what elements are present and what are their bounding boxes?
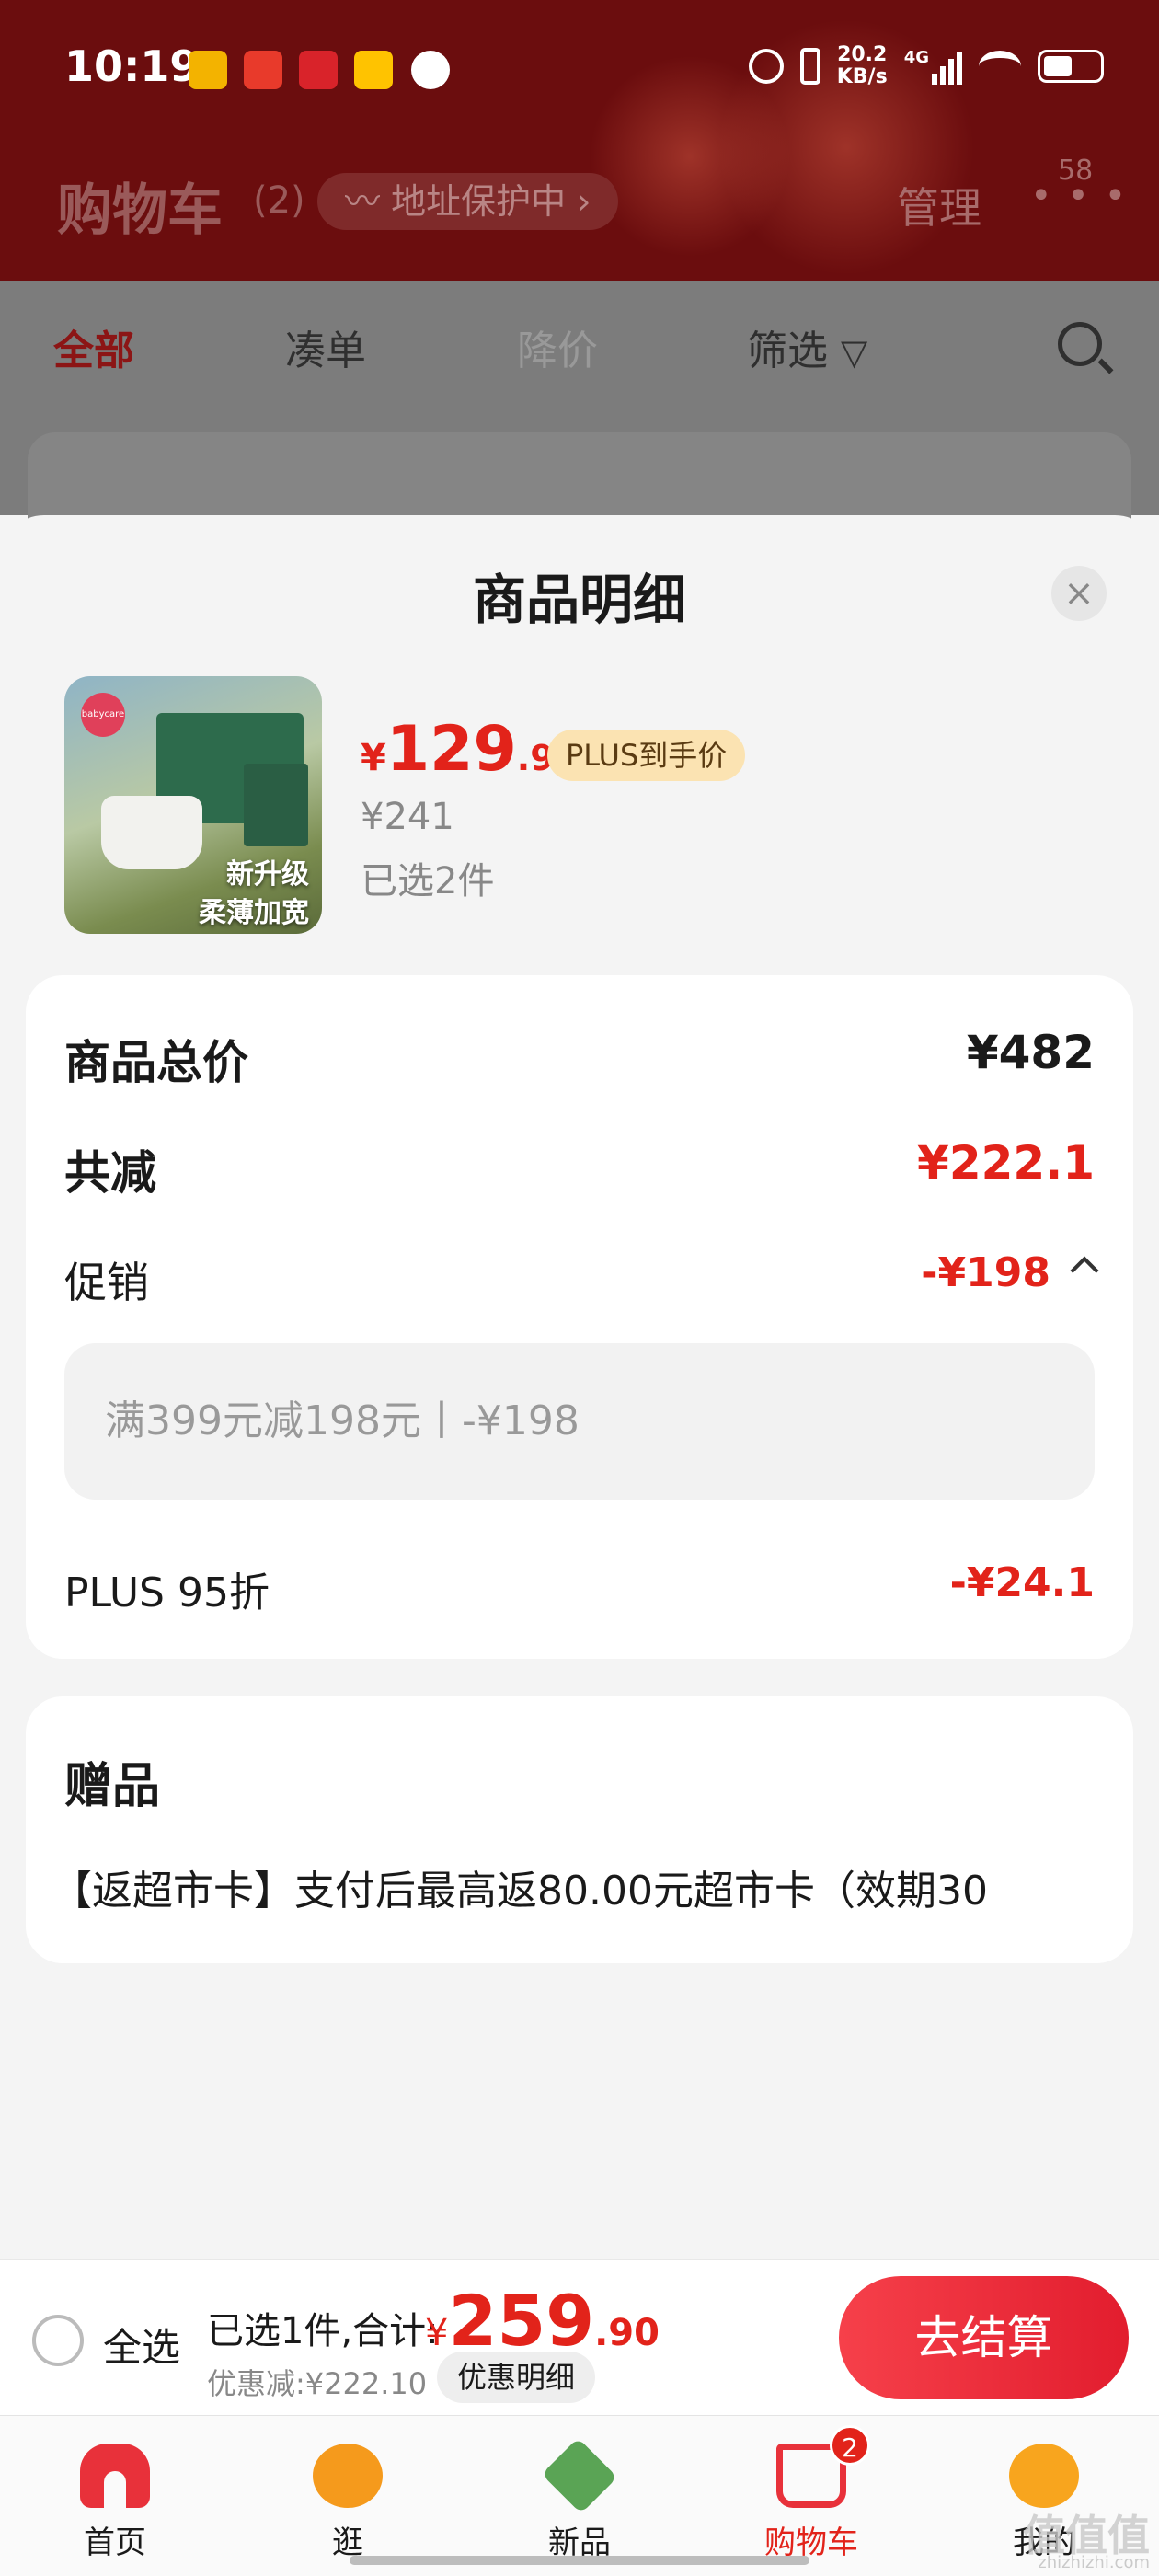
battery-icon	[1038, 50, 1104, 83]
status-bar: 10:19 20.2 KB/s 4G	[0, 0, 1159, 138]
network-type: 4G	[903, 48, 929, 67]
tab-filter-label: 筛选	[747, 328, 828, 374]
status-time: 10:19	[64, 41, 200, 91]
plus-price-tag: PLUS到手价	[547, 730, 746, 781]
more-badge: 58	[1058, 155, 1094, 187]
cart-count: (2)	[253, 179, 305, 222]
message-icon	[411, 51, 450, 89]
tab-home-label: 首页	[84, 2524, 146, 2561]
cart-badge: 2	[830, 2425, 870, 2466]
product-box-graphic	[244, 764, 308, 846]
total-price-decimal: .90	[594, 2312, 660, 2354]
item-detail-sheet: 商品明细 × babycare 新升级 柔薄加宽 ¥ 129 .95 PLUS到…	[0, 515, 1159, 2259]
total-price: ¥ 259 .90	[425, 2280, 660, 2362]
address-protection-button[interactable]: 〰 地址保护中 ›	[317, 173, 619, 230]
chevron-up-icon[interactable]	[1070, 1256, 1099, 1285]
filter-bar: 全部 凑单 降价 筛选 ▽	[0, 281, 1159, 561]
sheet-title: 商品明细	[472, 569, 686, 631]
network-speed-value: 20.2	[837, 43, 888, 66]
search-icon[interactable]	[1058, 322, 1102, 366]
filter-icon: ▽	[841, 332, 868, 373]
total-price-value: ¥482	[966, 1026, 1095, 1079]
gift-title: 赠品	[64, 1759, 161, 1814]
home-indicator[interactable]	[350, 2556, 809, 2565]
app-notification-icon	[299, 51, 338, 89]
image-caption: 新升级	[226, 858, 309, 891]
image-caption: 柔薄加宽	[199, 897, 309, 929]
browse-icon	[313, 2444, 383, 2508]
promotion-detail: 满399元减198元丨-¥198	[64, 1343, 1095, 1500]
total-price-integer: 259	[448, 2280, 595, 2362]
product-image[interactable]: babycare 新升级 柔薄加宽	[64, 676, 322, 934]
watermark-url: zhizhizhi.com	[1038, 2553, 1150, 2572]
tab-all[interactable]: 全部	[53, 317, 134, 376]
page-title: 购物车	[57, 178, 223, 243]
tab-filter[interactable]: 筛选 ▽	[747, 317, 867, 376]
meituan-icon	[354, 51, 393, 89]
tab-browse[interactable]: 逛	[256, 2416, 440, 2576]
gift-description: 【返超市卡】支付后最高返80.00元超市卡（效期30	[52, 1868, 988, 1915]
discount-detail-button[interactable]: 优惠明细	[437, 2352, 596, 2403]
total-reduce-label: 共减	[64, 1146, 156, 1200]
product-price: ¥ 129 .95	[361, 713, 579, 786]
address-protection-label: 地址保护中	[391, 181, 567, 222]
tab-price-drop[interactable]: 降价	[517, 317, 598, 376]
checkout-button[interactable]: 去结算	[839, 2276, 1129, 2399]
eye-closed-icon: 〰	[345, 181, 392, 222]
summary-label: 已选1件,合计:	[207, 2310, 439, 2352]
price-integer: 129	[385, 713, 517, 786]
total-price-symbol: ¥	[425, 2312, 449, 2354]
status-right: 20.2 KB/s 4G	[748, 44, 1104, 88]
network-speed: 20.2 KB/s	[837, 44, 888, 88]
tab-cart[interactable]: 2 购物车	[719, 2416, 903, 2576]
plus-discount-value: -¥24.1	[949, 1559, 1095, 1606]
gift-card: 赠品 【返超市卡】支付后最高返80.00元超市卡（效期30	[26, 1696, 1133, 1963]
alarm-icon	[748, 49, 784, 84]
app-notification-icon	[189, 51, 227, 89]
close-icon[interactable]: ×	[1051, 566, 1107, 621]
promotion-value[interactable]: -¥198	[921, 1249, 1050, 1296]
app-notification-icon	[244, 51, 282, 89]
promotion-label: 促销	[64, 1258, 149, 1307]
total-reduce-value: ¥222.1	[917, 1136, 1095, 1190]
plus-discount-label: PLUS 95折	[64, 1570, 270, 1616]
tab-new-products[interactable]: 新品	[488, 2416, 671, 2576]
discount-amount: 优惠减:¥222.10	[207, 2366, 428, 2401]
signal-icon: 4G	[904, 48, 962, 85]
tab-home[interactable]: 首页	[23, 2416, 207, 2576]
wifi-icon	[979, 51, 1021, 82]
select-all-checkbox[interactable]	[32, 2315, 84, 2366]
header-area: 10:19 20.2 KB/s 4G 购物车 (2) 〰 地址保护中 › 管理 …	[0, 0, 1159, 281]
vibrate-icon	[799, 48, 820, 85]
checkout-bar: 全选 已选1件,合计: ¥ 259 .90 优惠减:¥222.10 优惠明细 去…	[0, 2259, 1159, 2415]
home-icon	[80, 2444, 150, 2508]
selected-count: 已选2件	[361, 860, 495, 903]
product-jar-graphic	[101, 796, 202, 869]
profile-icon	[1009, 2444, 1079, 2508]
price-symbol: ¥	[361, 737, 386, 779]
bottom-tab-bar: 首页 逛 新品 2 购物车 我的	[0, 2415, 1159, 2576]
select-all-label[interactable]: 全选	[103, 2317, 180, 2373]
chevron-right-icon: ›	[566, 181, 591, 222]
price-summary-card: 商品总价 ¥482 共减 ¥222.1 促销 -¥198 满399元减198元丨…	[26, 975, 1133, 1659]
total-price-label: 商品总价	[64, 1036, 248, 1089]
original-price: ¥241	[361, 796, 454, 838]
network-speed-unit: KB/s	[836, 65, 888, 88]
manage-button[interactable]: 管理	[897, 175, 981, 236]
tab-bundle[interactable]: 凑单	[285, 317, 366, 376]
new-products-icon	[541, 2437, 618, 2514]
brand-logo: babycare	[81, 693, 125, 737]
